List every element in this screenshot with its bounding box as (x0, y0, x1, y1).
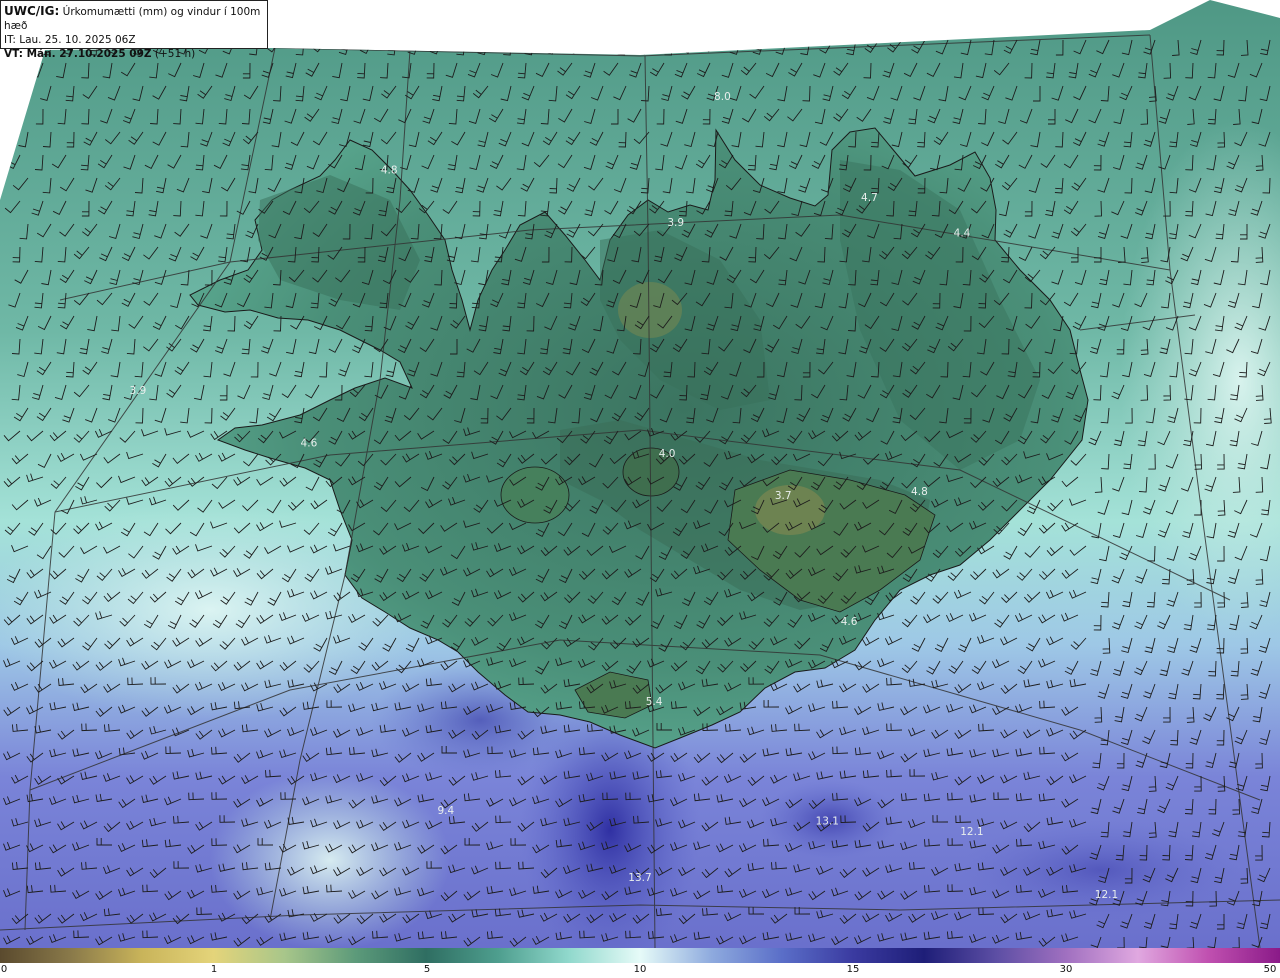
init-time: IT: Lau. 25. 10. 2025 06Z (4, 34, 136, 46)
precip-max-label: 3.9 (130, 385, 147, 397)
precip-max-label: 4.0 (659, 448, 676, 460)
precip-max-label: 4.6 (301, 438, 318, 450)
precip-max-label: 5.4 (646, 696, 663, 708)
precip-max-label: 13.1 (816, 816, 839, 828)
colorbar-strip (0, 948, 1280, 963)
map-title: UWC/IG: Úrkomumætti (mm) og vindur í 100… (4, 4, 264, 33)
precip-max-label: 4.6 (841, 616, 858, 628)
valid-time: VT: Mán. 27.10.2025 09Z (+51 h) (4, 47, 264, 61)
precip-max-label: 4.8 (911, 486, 928, 498)
colorbar-tick-30: 30 (1059, 964, 1073, 975)
colorbar: 0 1 5 10 15 30 50 (0, 948, 1280, 978)
map-info-box: UWC/IG: Úrkomumætti (mm) og vindur í 100… (0, 0, 268, 60)
precip-max-label: 3.9 (667, 217, 684, 229)
precip-max-label: 12.1 (1095, 889, 1118, 901)
glacier-hofsjokull (500, 466, 570, 524)
forecast-map: 8.0 4.8 3.9 4.7 4.4 3.9 4.6 4.0 3.7 4.8 4.6 5.4 9.4 1… (0, 0, 1280, 948)
colorbar-tick-5: 5 (423, 964, 431, 975)
precip-max-label: 9.4 (437, 805, 454, 817)
precip-max-label: 8.0 (714, 91, 731, 103)
precip-max-label: 3.7 (775, 490, 792, 502)
precip-max-label: 4.7 (861, 192, 878, 204)
model-name: UWC/IG: (4, 4, 60, 18)
colorbar-tick-15: 15 (846, 964, 860, 975)
colorbar-tick-50: 50 (1263, 964, 1277, 975)
precip-max-label: 4.8 (381, 165, 398, 177)
colorbar-tick-10: 10 (633, 964, 647, 975)
colorbar-tick-1: 1 (210, 964, 218, 975)
valid-time-label: VT: Mán. 27.10.2025 09Z (4, 48, 152, 60)
colorbar-tick-0: 0 (0, 964, 8, 975)
precip-max-label: 4.4 (954, 228, 971, 240)
highland-peak (618, 282, 682, 338)
precip-max-label: 12.1 (960, 826, 983, 838)
precip-max-label: 13.7 (628, 872, 651, 884)
forecast-hour: (+51 h) (151, 48, 196, 60)
